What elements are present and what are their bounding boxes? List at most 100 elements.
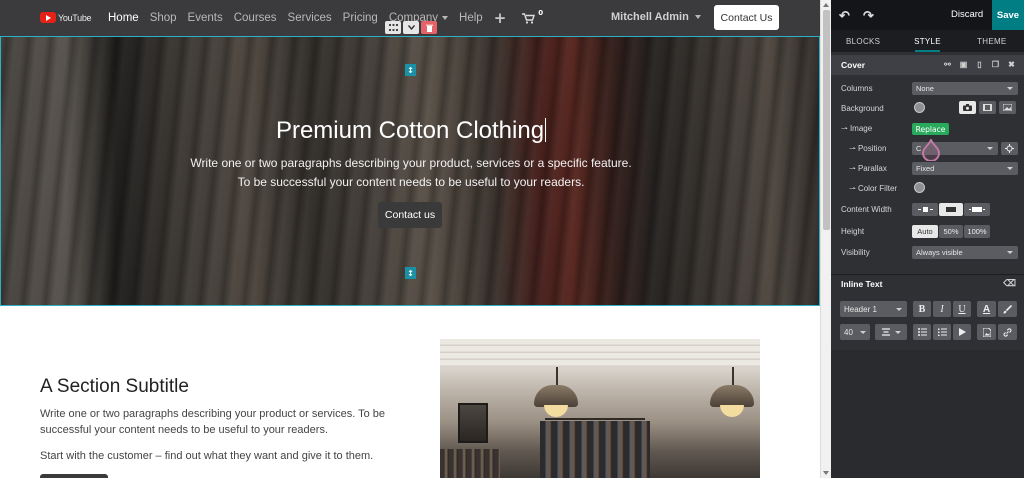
store-photo[interactable] (440, 339, 760, 478)
insert-media-button[interactable] (977, 324, 996, 340)
nav-item-services[interactable]: Services (288, 12, 332, 24)
parallax-select[interactable]: Fixed (912, 162, 1018, 175)
cover-contact-button[interactable]: Contact us (378, 202, 442, 228)
position-label-text: Position (857, 144, 887, 153)
duplicate-icon[interactable]: ❐ (991, 59, 1000, 70)
section-paragraph-2[interactable]: Start with the customer – find out what … (40, 448, 390, 464)
paint-brush-icon (1003, 304, 1012, 313)
scroll-thumb[interactable] (823, 10, 830, 230)
font-color-button[interactable]: A (977, 301, 996, 317)
chevron-down-icon (407, 25, 415, 30)
resize-top-handle[interactable]: ↕ (405, 64, 416, 76)
cover-title-text[interactable]: Premium Cotton Clothing (276, 117, 544, 144)
color-filter-picker[interactable] (914, 182, 925, 193)
parallax-select-value: Fixed (916, 164, 935, 173)
film-icon (983, 104, 992, 111)
background-image-button[interactable] (959, 101, 976, 114)
background-color-button[interactable] (998, 301, 1017, 317)
section-subtitle[interactable]: A Section Subtitle (40, 376, 189, 398)
replace-image-button[interactable]: Replace (912, 123, 949, 135)
visibility-label: Visibility (841, 248, 870, 257)
section-paragraph-1-line-2[interactable]: successful your content needs to be usef… (40, 422, 390, 438)
link-icon[interactable]: ⚯ (943, 59, 952, 70)
background-video-button[interactable] (979, 101, 996, 114)
site-logo[interactable]: YouTube (40, 12, 92, 23)
height-auto-button[interactable]: Auto (912, 225, 938, 238)
redo-icon[interactable]: ↷ (863, 8, 874, 24)
italic-button[interactable]: I (933, 301, 951, 317)
numbered-list-button[interactable] (933, 324, 951, 340)
user-menu[interactable]: Mitchell Admin (611, 11, 701, 23)
hanging-clothes (540, 421, 650, 478)
scroll-down-arrow-icon[interactable] (823, 471, 829, 475)
cover-title[interactable]: Premium Cotton Clothing (1, 117, 819, 145)
insert-link-button[interactable] (998, 324, 1017, 340)
lamp-glow (544, 405, 568, 417)
chevron-down-icon (694, 15, 701, 19)
page-scrollbar[interactable] (820, 0, 831, 478)
cover-description-line-1[interactable]: Write one or two paragraphs describing y… (1, 156, 819, 170)
align-select[interactable] (875, 324, 907, 340)
height-100-button[interactable]: 100% (964, 225, 990, 238)
nav-item-events[interactable]: Events (188, 12, 223, 24)
mobile-visibility-icon[interactable]: ▯ (975, 59, 984, 70)
nav-item-home[interactable]: Home (108, 12, 139, 24)
inline-text-header: Inline Text ⌫ (831, 274, 1024, 292)
nav-item-pricing[interactable]: Pricing (343, 12, 378, 24)
tab-blocks[interactable]: BLOCKS (831, 30, 895, 52)
tab-theme[interactable]: THEME (960, 30, 1024, 52)
text-style-select[interactable]: Header 1 (840, 301, 907, 317)
eraser-icon[interactable]: ⌫ (1003, 278, 1016, 289)
section-button[interactable] (40, 474, 108, 478)
cover-description-line-2[interactable]: To be successful your content needs to b… (1, 175, 819, 189)
height-50-button[interactable]: 50% (939, 225, 963, 238)
contact-us-button[interactable]: Contact Us (714, 5, 779, 30)
cover-section[interactable]: ↕ Premium Cotton Clothing Write one or t… (0, 36, 820, 306)
crosshair-icon (1005, 144, 1014, 153)
block-overlay-toolbar (385, 21, 437, 34)
background-shape-button[interactable] (999, 101, 1016, 114)
youtube-play-icon (40, 12, 56, 23)
cart-link[interactable]: 0 (522, 9, 543, 24)
underline-button[interactable]: U (953, 301, 971, 317)
content-width-full-button[interactable] (964, 203, 990, 216)
lamp-cord (556, 367, 558, 387)
scroll-up-arrow-icon[interactable] (823, 3, 829, 7)
position-target-button[interactable] (1001, 142, 1018, 155)
bullet-list-button[interactable] (913, 324, 931, 340)
tab-style[interactable]: STYLE (895, 30, 959, 52)
drag-handle-button[interactable] (385, 21, 401, 34)
chevron-down-icon (1007, 251, 1013, 254)
add-menu-item-icon[interactable]: + (494, 9, 507, 27)
visibility-select[interactable]: Always visible (912, 246, 1018, 259)
nav-item-shop[interactable]: Shop (150, 12, 177, 24)
image-icon (1003, 104, 1012, 111)
trash-icon[interactable]: ✖ (1007, 59, 1016, 70)
delete-block-button[interactable] (421, 21, 437, 34)
content-width-small-button[interactable] (912, 203, 938, 216)
nav-item-courses[interactable]: Courses (234, 12, 277, 24)
checklist-button[interactable] (953, 324, 971, 340)
columns-select[interactable]: None (912, 82, 1018, 95)
nav-item-help[interactable]: Help (459, 12, 483, 24)
background-color-picker[interactable] (914, 102, 925, 113)
website-editor: YouTube Home Shop Events Courses Service… (0, 0, 1024, 478)
resize-bottom-handle[interactable]: ↕ (405, 267, 416, 279)
block-options-button[interactable] (403, 21, 419, 34)
save-snippet-icon[interactable]: ▣ (959, 59, 968, 70)
chevron-down-icon (987, 147, 993, 150)
editor-panel: ↶ ↷ Discard Save BLOCKS STYLE THEME Cove… (831, 0, 1024, 478)
font-size-select[interactable]: 40 (840, 324, 870, 340)
save-button[interactable]: Save (992, 0, 1024, 30)
discard-button[interactable]: Discard (951, 9, 983, 20)
bold-button[interactable]: B (913, 301, 931, 317)
hanging-clothes-left (440, 449, 500, 478)
numbered-list-icon (937, 328, 947, 336)
section-paragraph-1-line-1[interactable]: Write one or two paragraphs describing y… (40, 406, 390, 422)
font-color-icon: A (982, 303, 991, 315)
content-width-regular-button[interactable] (939, 203, 963, 216)
chevron-down-icon (896, 308, 902, 311)
text-style-value: Header 1 (844, 304, 877, 314)
lamp-glow (720, 405, 744, 417)
undo-icon[interactable]: ↶ (839, 8, 850, 24)
